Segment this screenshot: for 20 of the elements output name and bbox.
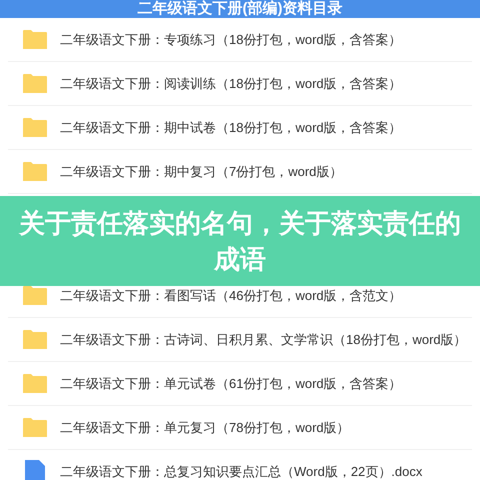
folder-icon (22, 73, 48, 94)
file-name[interactable]: 二年级语文下册：阅读训练（18份打包，word版，含答案） (60, 74, 402, 94)
file-name[interactable]: 二年级语文下册：古诗词、日积月累、文学常识（18份打包，word版） (60, 330, 467, 350)
folder-icon (22, 117, 48, 138)
word-document-icon (24, 460, 46, 480)
file-name[interactable]: 二年级语文下册：单元复习（78份打包，word版） (60, 418, 350, 438)
file-name[interactable]: 二年级语文下册：总复习知识要点汇总（Word版，22页）.docx (60, 462, 422, 480)
folder-icon (22, 285, 48, 306)
folder-icon (22, 373, 48, 394)
banner-title: 关于责任落实的名句，关于落实责任的成语 (18, 207, 462, 276)
header-title: 二年级语文下册(部编)资料目录 (138, 0, 342, 18)
folder-icon (22, 417, 48, 438)
file-name[interactable]: 二年级语文下册：专项练习（18份打包，word版，含答案） (60, 30, 402, 50)
file-name[interactable]: 二年级语文下册：期中试卷（18份打包，word版，含答案） (60, 118, 402, 138)
folder-icon (22, 161, 48, 182)
file-name[interactable]: 二年级语文下册：期中复习（7份打包，word版） (60, 162, 342, 182)
file-name[interactable]: 二年级语文下册：单元试卷（61份打包，word版，含答案） (60, 374, 402, 394)
folder-icon (22, 329, 48, 350)
folder-icon (22, 29, 48, 50)
file-name[interactable]: 二年级语文下册：看图写话（46份打包，word版，含范文） (60, 286, 402, 306)
